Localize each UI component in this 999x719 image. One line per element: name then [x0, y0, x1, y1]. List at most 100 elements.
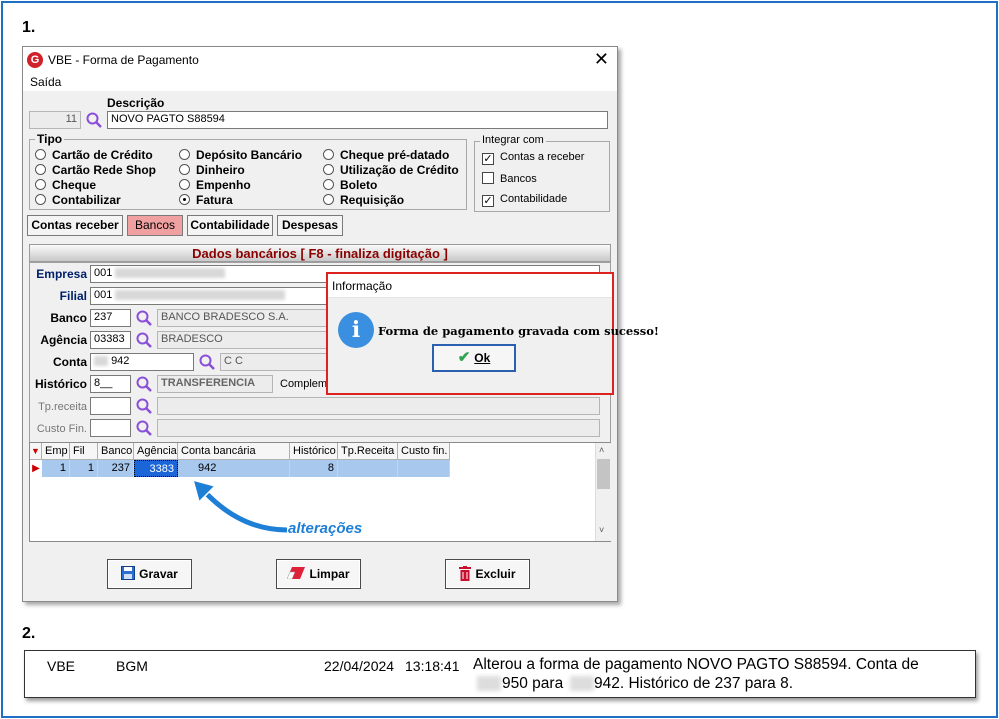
grid-header[interactable]: Fil [70, 443, 98, 460]
banco-input[interactable]: 237 [90, 309, 131, 327]
check-label: Bancos [500, 173, 537, 185]
grid-header[interactable]: Agência [134, 443, 178, 460]
agencia-input[interactable]: 03383 [90, 331, 131, 349]
conta-label: Conta [53, 355, 87, 369]
radio-dot [323, 149, 334, 160]
grid-header[interactable]: Tp.Receita [338, 443, 398, 460]
tipo-group-title: Tipo [35, 132, 65, 146]
conta-input[interactable]: 942 [90, 353, 194, 371]
custofin-label: Custo Fin. [36, 423, 87, 435]
check-contas-receber[interactable]: ✓ Contas a receber [482, 151, 584, 165]
limpar-label: Limpar [309, 567, 350, 581]
radio-requisicao[interactable]: Requisição [323, 193, 404, 207]
grid-cell[interactable]: 237 [98, 460, 134, 477]
search-icon[interactable] [135, 331, 153, 349]
window-title: VBE - Forma de Pagamento [48, 53, 199, 67]
save-icon [121, 566, 136, 580]
redacted-text [477, 676, 501, 691]
scroll-down-icon[interactable]: ˅ [599, 525, 604, 535]
search-icon[interactable] [135, 309, 153, 327]
radio-label: Cartão de Crédito [52, 148, 153, 162]
grid-cell[interactable]: 1 [42, 460, 70, 477]
ok-button[interactable]: ✔ Ok [432, 344, 516, 372]
search-icon[interactable] [135, 397, 153, 415]
custofin-input[interactable] [90, 419, 131, 437]
tpreceita-input[interactable] [90, 397, 131, 415]
checkbox-checked: ✓ [482, 153, 494, 165]
tab-bancos[interactable]: Bancos [127, 215, 183, 236]
check-bancos[interactable]: Bancos [482, 172, 537, 185]
menu-saida[interactable]: Saída [30, 75, 61, 89]
audit-log-row: VBE BGM 22/04/2024 13:18:41 Alterou a fo… [24, 650, 976, 698]
grid-header[interactable]: Conta bancária [178, 443, 290, 460]
radio-label: Fatura [196, 193, 233, 207]
tab-contas-receber[interactable]: Contas receber [27, 215, 123, 236]
historico-input[interactable]: 8__ [90, 375, 131, 393]
radio-cheque[interactable]: Cheque [35, 178, 96, 192]
excluir-button[interactable]: Excluir [445, 559, 530, 589]
grid-cell[interactable]: 1 [70, 460, 98, 477]
radio-label: Cartão Rede Shop [52, 163, 157, 177]
empresa-label: Empresa [36, 267, 87, 281]
radio-dot [35, 179, 46, 190]
grid-cell[interactable] [398, 460, 450, 477]
grid-cell-selected[interactable]: 3383 [134, 460, 178, 477]
dialog-body: i Forma de pagamento gravada com sucesso… [328, 298, 659, 393]
radio-dot [323, 194, 334, 205]
eraser-icon [287, 567, 306, 580]
radio-cartao-credito[interactable]: Cartão de Crédito [35, 148, 153, 162]
grid-cell[interactable]: 942 [178, 460, 290, 477]
banco-label: Banco [50, 311, 87, 325]
tab-contabilidade[interactable]: Contabilidade [187, 215, 273, 236]
radio-dot [323, 179, 334, 190]
radio-boleto[interactable]: Boleto [323, 178, 377, 192]
radio-contabilizar[interactable]: Contabilizar [35, 193, 121, 207]
close-icon[interactable]: ✕ [594, 49, 609, 69]
limpar-button[interactable]: Limpar [276, 559, 361, 589]
radio-label: Cheque pré-datado [340, 148, 450, 162]
search-icon[interactable] [135, 375, 153, 393]
grid-header[interactable]: Histórico [290, 443, 338, 460]
grid-cell[interactable]: 8 [290, 460, 338, 477]
annotation-label: alterações [288, 520, 363, 537]
grid-header[interactable]: Emp [42, 443, 70, 460]
grid-header[interactable]: Banco [98, 443, 134, 460]
grid-header[interactable]: Custo fin. [398, 443, 450, 460]
app-logo-icon: G [27, 52, 43, 68]
search-icon[interactable] [198, 353, 216, 371]
tab-despesas[interactable]: Despesas [277, 215, 343, 236]
log-system: VBE [47, 658, 76, 674]
search-icon[interactable] [135, 419, 153, 437]
radio-dot [179, 149, 190, 160]
check-contabilidade[interactable]: ✓ Contabilidade [482, 193, 567, 207]
check-label: Contas a receber [500, 151, 585, 163]
radio-deposito-bancario[interactable]: Depósito Bancário [179, 148, 302, 162]
ok-label: Ok [474, 351, 491, 365]
historico-nome-field: TRANSFERENCIA [157, 375, 273, 393]
radio-empenho[interactable]: Empenho [179, 178, 251, 192]
step-one-label: 1. [22, 19, 36, 36]
radio-label: Depósito Bancário [196, 148, 303, 162]
redacted-text [115, 290, 286, 301]
scroll-up-icon[interactable]: ˄ [599, 445, 604, 455]
gravar-button[interactable]: Gravar [107, 559, 192, 589]
radio-label: Contabilizar [52, 193, 121, 207]
scroll-thumb[interactable] [597, 459, 610, 489]
descricao-input[interactable]: NOVO PAGTO S88594 [107, 111, 608, 129]
radio-cheque-pre-datado[interactable]: Cheque pré-datado [323, 148, 449, 162]
radio-dot-selected [179, 194, 190, 205]
search-icon[interactable] [85, 111, 103, 129]
agencia-label: Agência [40, 333, 87, 347]
radio-label: Dinheiro [196, 163, 245, 177]
gravar-label: Gravar [139, 567, 178, 581]
checkbox-checked: ✓ [482, 195, 494, 207]
radio-dinheiro[interactable]: Dinheiro [179, 163, 245, 177]
radio-utilizacao-credito[interactable]: Utilização de Crédito [323, 163, 459, 177]
radio-cartao-rede-shop[interactable]: Cartão Rede Shop [35, 163, 156, 177]
info-dialog: Informação i Forma de pagamento gravada … [326, 272, 659, 395]
custofin-nome-field [157, 419, 600, 437]
filial-label: Filial [59, 289, 87, 303]
vertical-scrollbar[interactable]: ˄ ˅ [595, 443, 611, 541]
radio-fatura[interactable]: Fatura [179, 193, 233, 207]
grid-cell[interactable] [338, 460, 398, 477]
